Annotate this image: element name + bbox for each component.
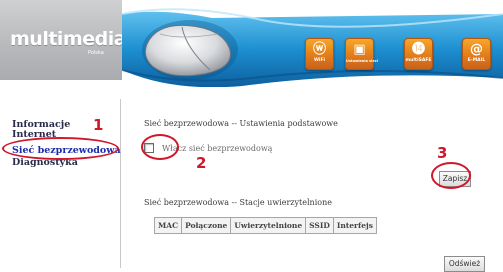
multisafe-icon[interactable]: ⓮ multiSAFE — [404, 38, 433, 70]
col-header-ssid: SSID — [305, 217, 334, 234]
col-header-mac: MAC — [153, 217, 183, 234]
stations-title: Sieć bezprzewodowa -- Stacje uwierzyteln… — [144, 198, 332, 207]
email-icon[interactable]: @ E-MAIL — [462, 38, 491, 70]
annotation-number-3: 3 — [437, 144, 448, 162]
annotation-number-1: 1 — [93, 116, 104, 134]
network-icon[interactable]: ▣ Ustawienia sieci — [345, 38, 378, 70]
banner: ⓦ WiFi ▣ Ustawienia sieci ⓮ multiSAFE @ … — [122, 0, 503, 87]
annotation-ellipse-save — [431, 162, 471, 189]
stations-table: MAC Połączone Uwierzytelnione SSID Inter… — [153, 217, 377, 234]
sidebar: Informacje Internet Sieć bezprzewodowa D… — [4, 99, 121, 268]
logo-subtitle: Polska — [88, 50, 104, 56]
header: multimedia Polska ⓦ WiFi ▣ Ustawienia si… — [0, 0, 503, 87]
annotation-ellipse-sidebar — [2, 137, 119, 160]
table-header-row: MAC Połączone Uwierzytelnione SSID Inter… — [153, 217, 377, 234]
annotation-number-2: 2 — [196, 154, 207, 172]
col-header-interfejs: Interfejs — [332, 217, 377, 234]
basic-settings-title: Sieć bezprzewodowa -- Ustawienia podstaw… — [144, 119, 338, 128]
refresh-button[interactable]: Odśwież — [444, 256, 485, 272]
col-header-polaczone: Połączone — [181, 217, 232, 234]
col-header-uwierzytelnione: Uwierzytelnione — [230, 217, 307, 234]
annotation-ellipse-checkbox — [141, 134, 179, 160]
content: Informacje Internet Sieć bezprzewodowa D… — [0, 99, 503, 272]
wifi-icon[interactable]: ⓦ WiFi — [305, 38, 334, 70]
logo-area: multimedia Polska — [0, 0, 127, 80]
logo: multimedia — [10, 28, 127, 50]
